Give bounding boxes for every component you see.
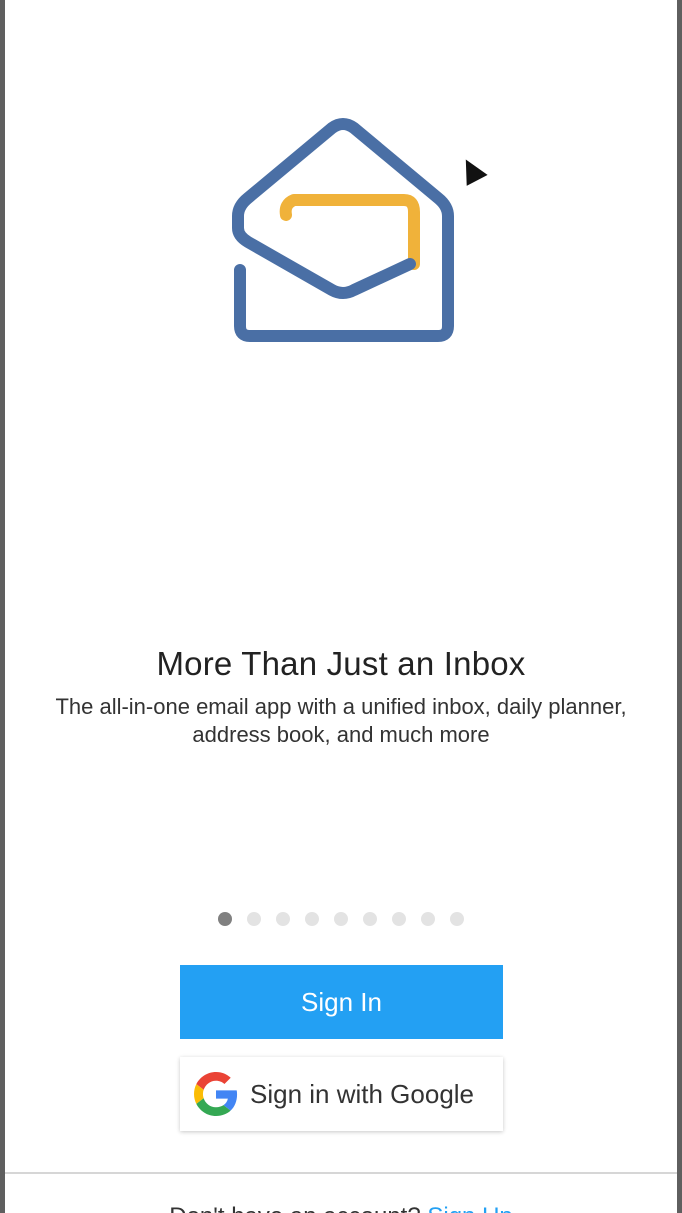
sign-up-link[interactable]: Sign Up [427,1203,512,1213]
page-indicator [0,912,682,926]
google-button-label: Sign in with Google [250,1078,475,1109]
page-indicator-dot[interactable] [334,912,348,926]
left-frame-border [0,0,5,1213]
page-indicator-dot[interactable] [363,912,377,926]
mouse-pointer-icon [464,157,490,188]
page-indicator-dot[interactable] [276,912,290,926]
page-indicator-dot[interactable] [392,912,406,926]
sign-in-button[interactable]: Sign In [180,965,503,1039]
page-indicator-dot[interactable] [421,912,435,926]
page-indicator-dot[interactable] [305,912,319,926]
onboarding-title: More Than Just an Inbox [156,645,526,682]
page-indicator-dot[interactable] [450,912,464,926]
signup-prompt: Don't have an account? Sign Up [0,1203,682,1213]
envelope-logo-icon [232,118,454,342]
page-indicator-dot[interactable] [247,912,261,926]
google-g-icon [194,1072,238,1116]
onboarding-description: The all-in-one email app with a unified … [55,694,627,747]
signup-prompt-text: Don't have an account? [169,1203,420,1213]
page-indicator-dot[interactable] [218,912,232,926]
footer-divider [5,1172,677,1174]
sign-in-with-google-button[interactable]: Sign in with Google [180,1057,503,1131]
right-frame-border [677,0,682,1213]
